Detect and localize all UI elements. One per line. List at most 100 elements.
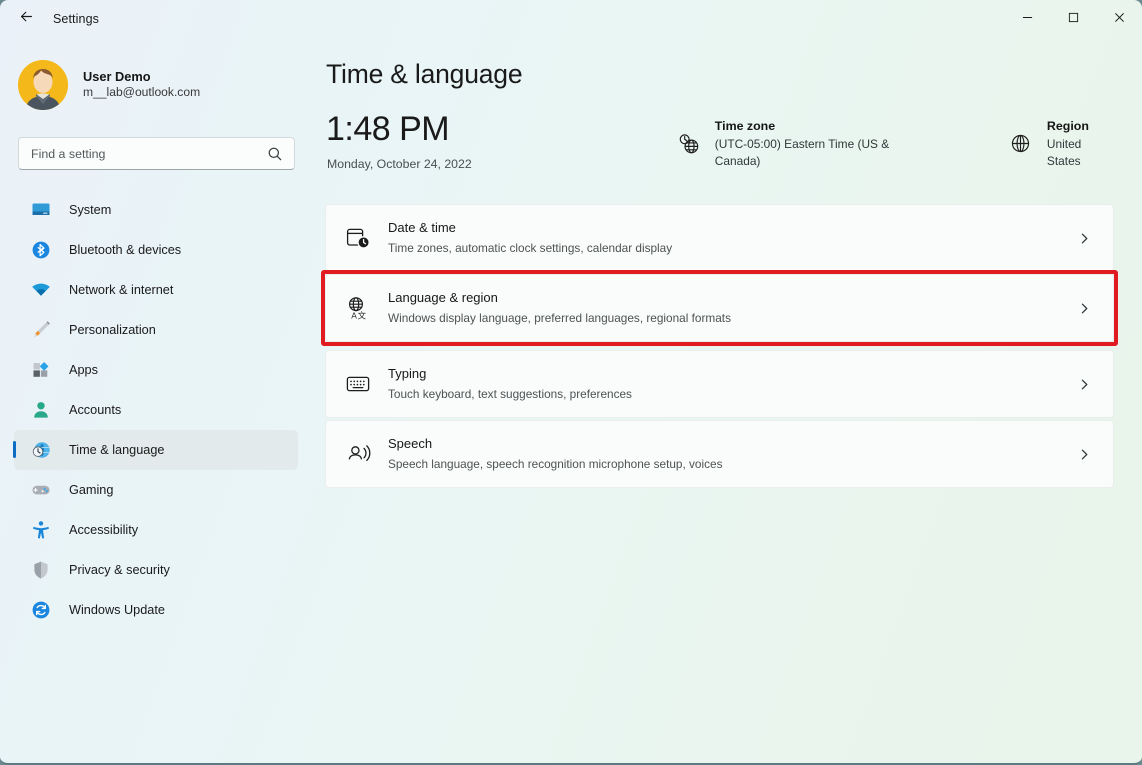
- card-text: Typing Touch keyboard, text suggestions,…: [388, 365, 1077, 403]
- time-zone-label: Time zone: [715, 118, 928, 136]
- apps-grid-icon: [30, 359, 52, 381]
- svg-text:文: 文: [358, 310, 367, 320]
- person-icon: [30, 399, 52, 421]
- search-box[interactable]: [18, 137, 295, 170]
- region-text: Region United States: [1047, 118, 1114, 169]
- title-bar: Settings: [0, 0, 1142, 37]
- card-title: Language & region: [388, 289, 1077, 308]
- minimize-button[interactable]: [1004, 0, 1050, 37]
- settings-window: Settings: [0, 0, 1142, 765]
- card-title: Typing: [388, 365, 1077, 384]
- clock-summary-row: 1:48 PM Monday, October 24, 2022 Time zo…: [325, 112, 1114, 182]
- nav-list: System Bluetooth & devices: [0, 190, 312, 630]
- translate-globe-icon: A 文: [343, 293, 373, 323]
- speech-icon: [343, 439, 373, 469]
- card-text: Speech Speech language, speech recogniti…: [388, 435, 1077, 473]
- avatar: [18, 60, 68, 110]
- sidebar-item-label: Windows Update: [69, 603, 165, 617]
- card-subtitle: Time zones, automatic clock settings, ca…: [388, 240, 1077, 257]
- settings-card-list: Date & time Time zones, automatic clock …: [325, 204, 1114, 488]
- shield-icon: [30, 559, 52, 581]
- selection-indicator: [13, 441, 16, 458]
- sidebar-item-label: Bluetooth & devices: [69, 243, 181, 257]
- wifi-icon: [30, 279, 52, 301]
- keyboard-icon: [343, 369, 373, 399]
- region-info: Region United States: [1008, 118, 1114, 169]
- clock-globe-icon: [30, 439, 52, 461]
- accessibility-icon: [30, 519, 52, 541]
- chevron-right-icon: [1077, 377, 1091, 391]
- sidebar-item-bluetooth-devices[interactable]: Bluetooth & devices: [14, 230, 298, 270]
- sidebar-item-label: Time & language: [69, 443, 164, 457]
- monitor-icon: [30, 199, 52, 221]
- clock-globe-icon: [676, 131, 702, 157]
- region-label: Region: [1047, 118, 1114, 136]
- close-icon: [1114, 10, 1125, 28]
- sidebar-item-label: Privacy & security: [69, 563, 170, 577]
- card-title: Speech: [388, 435, 1077, 454]
- profile-text: User Demo m__lab@outlook.com: [83, 69, 200, 102]
- card-title: Date & time: [388, 219, 1077, 238]
- sidebar-item-label: Apps: [69, 363, 98, 377]
- gamepad-icon: [30, 479, 52, 501]
- close-button[interactable]: [1096, 0, 1142, 37]
- search-input[interactable]: [31, 147, 246, 161]
- card-subtitle: Speech language, speech recognition micr…: [388, 456, 1077, 473]
- current-date: Monday, October 24, 2022: [327, 157, 676, 171]
- window-controls: [1004, 0, 1142, 37]
- chevron-right-icon: [1077, 447, 1091, 461]
- settings-card-language-region[interactable]: A 文 Language & region Windows display la…: [325, 274, 1114, 342]
- card-wrapper-language-region: A 文 Language & region Windows display la…: [325, 274, 1114, 342]
- paintbrush-icon: [30, 319, 52, 341]
- profile-email: m__lab@outlook.com: [83, 85, 200, 101]
- sidebar-item-accessibility[interactable]: Accessibility: [14, 510, 298, 550]
- sidebar-item-gaming[interactable]: Gaming: [14, 470, 298, 510]
- sidebar-item-time-language[interactable]: Time & language: [14, 430, 298, 470]
- page-title: Time & language: [326, 59, 1114, 90]
- calendar-clock-icon: [343, 223, 373, 253]
- maximize-icon: [1068, 10, 1079, 28]
- minimize-icon: [1022, 10, 1033, 28]
- chevron-right-icon: [1077, 231, 1091, 245]
- card-wrapper-speech: Speech Speech language, speech recogniti…: [325, 420, 1114, 488]
- sidebar-item-accounts[interactable]: Accounts: [14, 390, 298, 430]
- settings-card-date-time[interactable]: Date & time Time zones, automatic clock …: [325, 204, 1114, 272]
- app-title: Settings: [53, 12, 99, 26]
- settings-card-typing[interactable]: Typing Touch keyboard, text suggestions,…: [325, 350, 1114, 418]
- current-time: 1:48 PM: [326, 112, 676, 146]
- time-zone-info: Time zone (UTC-05:00) Eastern Time (US &…: [676, 118, 928, 169]
- settings-card-speech[interactable]: Speech Speech language, speech recogniti…: [325, 420, 1114, 488]
- region-value: United States: [1047, 136, 1114, 170]
- card-subtitle: Windows display language, preferred lang…: [388, 310, 1077, 327]
- back-button[interactable]: [9, 4, 43, 34]
- globe-icon: [1008, 131, 1034, 157]
- sidebar-item-label: System: [69, 203, 111, 217]
- sidebar-item-label: Personalization: [69, 323, 156, 337]
- sidebar-item-label: Gaming: [69, 483, 113, 497]
- profile-name: User Demo: [83, 69, 200, 86]
- user-profile[interactable]: User Demo m__lab@outlook.com: [18, 60, 312, 110]
- search-icon: [267, 146, 283, 162]
- clock-block: 1:48 PM Monday, October 24, 2022: [325, 112, 676, 171]
- sidebar-item-windows-update[interactable]: Windows Update: [14, 590, 298, 630]
- sidebar-item-label: Accessibility: [69, 523, 138, 537]
- card-text: Date & time Time zones, automatic clock …: [388, 219, 1077, 257]
- refresh-icon: [30, 599, 52, 621]
- back-arrow-icon: [18, 8, 35, 30]
- sidebar: User Demo m__lab@outlook.com: [0, 37, 312, 765]
- main-content: Time & language 1:48 PM Monday, October …: [312, 37, 1142, 765]
- sidebar-item-label: Accounts: [69, 403, 121, 417]
- maximize-button[interactable]: [1050, 0, 1096, 37]
- chevron-right-icon: [1077, 301, 1091, 315]
- bluetooth-icon: [30, 239, 52, 261]
- sidebar-item-privacy-security[interactable]: Privacy & security: [14, 550, 298, 590]
- sidebar-item-network-internet[interactable]: Network & internet: [14, 270, 298, 310]
- card-wrapper-typing: Typing Touch keyboard, text suggestions,…: [325, 350, 1114, 418]
- card-text: Language & region Windows display langua…: [388, 289, 1077, 327]
- sidebar-item-personalization[interactable]: Personalization: [14, 310, 298, 350]
- sidebar-item-label: Network & internet: [69, 283, 173, 297]
- time-zone-value: (UTC-05:00) Eastern Time (US & Canada): [715, 136, 928, 170]
- svg-text:A: A: [351, 310, 357, 320]
- sidebar-item-system[interactable]: System: [14, 190, 298, 230]
- sidebar-item-apps[interactable]: Apps: [14, 350, 298, 390]
